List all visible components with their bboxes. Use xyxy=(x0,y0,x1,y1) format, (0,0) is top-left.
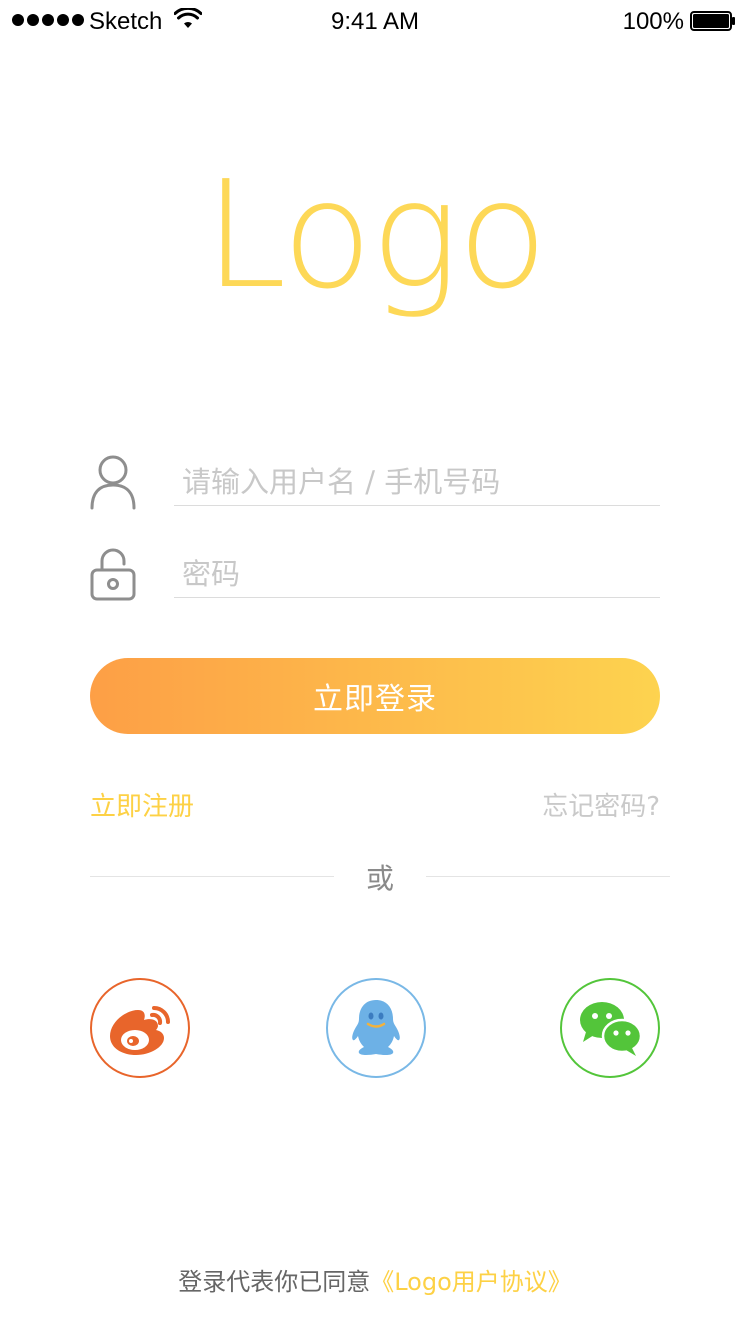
forgot-password-link[interactable]: 忘记密码? xyxy=(542,786,660,823)
divider-line-right xyxy=(426,876,670,877)
app-logo: Logo xyxy=(204,149,548,321)
weibo-icon xyxy=(110,1006,170,1055)
divider-line-left xyxy=(90,876,334,877)
password-field-row xyxy=(90,546,660,606)
user-agreement-link[interactable]: 《Logo用户协议》 xyxy=(370,1268,572,1296)
battery-percentage: 100% xyxy=(622,8,684,35)
login-screen: Sketch 9:41 AM 100% Logo 立即登录 xyxy=(0,0,750,1334)
username-field-row xyxy=(90,454,660,514)
divider-or-text: 或 xyxy=(365,862,394,895)
status-bar: Sketch 9:41 AM 100% xyxy=(0,0,750,44)
weibo-login-button[interactable] xyxy=(90,978,190,1078)
battery-icon xyxy=(690,11,735,31)
login-button[interactable]: 立即登录 xyxy=(90,658,660,734)
qq-login-button[interactable] xyxy=(326,978,426,1078)
lock-icon xyxy=(90,548,136,601)
register-link[interactable]: 立即注册 xyxy=(90,786,194,823)
user-icon xyxy=(90,455,136,510)
qq-icon xyxy=(352,1000,400,1055)
username-input[interactable] xyxy=(174,458,660,506)
wechat-login-button[interactable] xyxy=(560,978,660,1078)
password-input[interactable] xyxy=(174,550,660,598)
wechat-icon xyxy=(580,1002,643,1056)
agreement-prefix: 登录代表你已同意 xyxy=(178,1268,371,1296)
agreement-footer: 登录代表你已同意《Logo用户协议》 xyxy=(0,1262,750,1297)
